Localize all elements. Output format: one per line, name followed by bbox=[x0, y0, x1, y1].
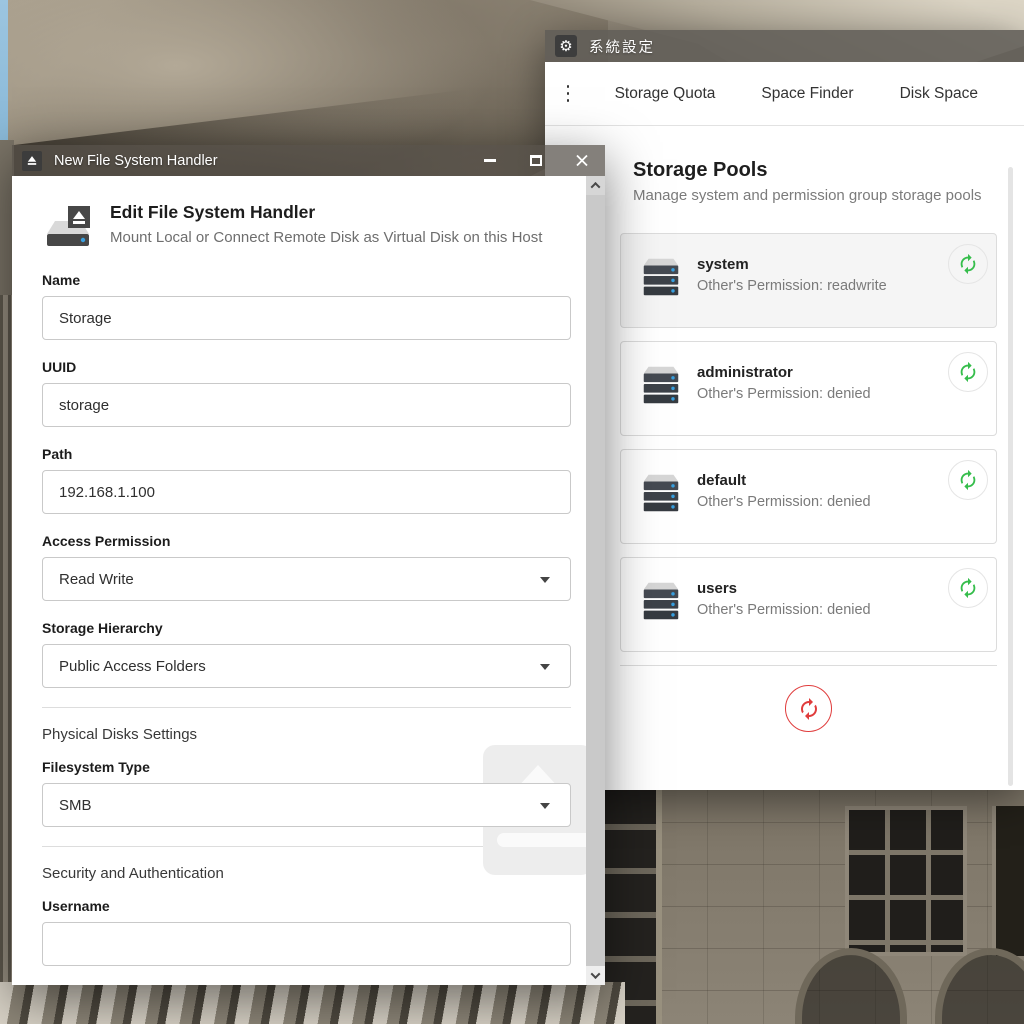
storage-pools-panel: Storage Pools Manage system and permissi… bbox=[545, 126, 1024, 732]
uuid-input[interactable] bbox=[42, 383, 571, 427]
pool-name: default bbox=[697, 472, 871, 489]
refresh-icon bbox=[957, 577, 979, 599]
username-label: Username bbox=[42, 898, 571, 914]
pool-permission: Other's Permission: denied bbox=[697, 386, 871, 402]
storage-hierarchy-label: Storage Hierarchy bbox=[42, 620, 571, 636]
dialog-scrollbar[interactable] bbox=[586, 176, 605, 985]
username-field-group: Username bbox=[42, 898, 571, 966]
eject-icon bbox=[22, 151, 42, 171]
refresh-pool-button[interactable] bbox=[948, 352, 988, 392]
storage-pool-card[interactable]: system Other's Permission: readwrite bbox=[620, 233, 997, 328]
uuid-label: UUID bbox=[42, 359, 571, 375]
pool-permission: Other's Permission: denied bbox=[697, 494, 871, 510]
access-permission-label: Access Permission bbox=[42, 533, 571, 549]
chevron-down-icon bbox=[540, 803, 550, 809]
access-permission-select[interactable]: Read Write bbox=[42, 557, 571, 601]
server-icon bbox=[638, 362, 684, 408]
storage-pool-card[interactable]: administrator Other's Permission: denied bbox=[620, 341, 997, 436]
pool-name: administrator bbox=[697, 364, 871, 381]
pool-permission: Other's Permission: denied bbox=[697, 602, 871, 618]
section-physical-disks: Physical Disks Settings bbox=[42, 726, 571, 743]
building-window bbox=[992, 806, 1024, 956]
tab-disk-space[interactable]: Disk Space bbox=[900, 85, 978, 103]
server-icon bbox=[638, 578, 684, 624]
page-title: Storage Pools bbox=[633, 159, 1024, 182]
path-field-group: Path bbox=[42, 446, 571, 514]
path-label: Path bbox=[42, 446, 571, 462]
pool-permission: Other's Permission: readwrite bbox=[697, 278, 887, 294]
settings-scrollbar[interactable] bbox=[1008, 167, 1013, 786]
tab-space-finder[interactable]: Space Finder bbox=[761, 85, 853, 103]
uuid-field-group: UUID bbox=[42, 359, 571, 427]
scroll-down-icon[interactable] bbox=[586, 966, 605, 985]
storage-pool-card[interactable]: users Other's Permission: denied bbox=[620, 557, 997, 652]
chevron-down-icon bbox=[540, 664, 550, 670]
server-icon bbox=[638, 470, 684, 516]
form-title: Edit File System Handler bbox=[110, 202, 542, 223]
pool-list: system Other's Permission: readwrite bbox=[620, 233, 997, 732]
refresh-pool-button[interactable] bbox=[948, 244, 988, 284]
file-system-dialog: New File System Handler bbox=[12, 145, 605, 985]
refresh-pool-button[interactable] bbox=[948, 568, 988, 608]
server-icon bbox=[638, 254, 684, 300]
desktop: ⚙ 系統設定 Storage Quota Space Finder Disk S… bbox=[0, 0, 1024, 1024]
refresh-all-button[interactable] bbox=[785, 685, 832, 732]
section-security: Security and Authentication bbox=[42, 865, 571, 882]
refresh-icon bbox=[957, 469, 979, 491]
form-subtitle: Mount Local or Connect Remote Disk as Vi… bbox=[110, 229, 542, 246]
divider bbox=[42, 707, 571, 708]
access-permission-group: Access Permission Read Write bbox=[42, 533, 571, 601]
scroll-up-icon[interactable] bbox=[586, 176, 605, 195]
gear-icon: ⚙ bbox=[555, 35, 577, 57]
refresh-icon bbox=[957, 253, 979, 275]
username-input[interactable] bbox=[42, 922, 571, 966]
divider bbox=[620, 665, 997, 666]
dialog-body: Edit File System Handler Mount Local or … bbox=[12, 176, 605, 985]
close-icon[interactable] bbox=[575, 154, 589, 168]
settings-body: Storage Quota Space Finder Disk Space St… bbox=[545, 62, 1024, 790]
filesystem-type-select[interactable]: SMB bbox=[42, 783, 571, 827]
minimize-icon[interactable] bbox=[483, 154, 497, 168]
tab-bar: Storage Quota Space Finder Disk Space bbox=[615, 85, 1024, 103]
refresh-icon bbox=[957, 361, 979, 383]
pool-name: system bbox=[697, 256, 887, 273]
name-input[interactable] bbox=[42, 296, 571, 340]
filesystem-type-label: Filesystem Type bbox=[42, 759, 571, 775]
settings-window: ⚙ 系統設定 Storage Quota Space Finder Disk S… bbox=[545, 30, 1024, 790]
name-field-group: Name bbox=[42, 272, 571, 340]
building-window bbox=[845, 806, 967, 956]
dialog-title: New File System Handler bbox=[54, 153, 451, 169]
storage-hierarchy-group: Storage Hierarchy Public Access Folders bbox=[42, 620, 571, 688]
settings-window-title: 系統設定 bbox=[589, 36, 655, 57]
storage-pool-card[interactable]: default Other's Permission: denied bbox=[620, 449, 997, 544]
tab-storage-quota[interactable]: Storage Quota bbox=[615, 85, 716, 103]
dialog-titlebar[interactable]: New File System Handler bbox=[12, 145, 605, 176]
settings-titlebar[interactable]: ⚙ 系統設定 bbox=[545, 30, 1024, 62]
page-subtitle: Manage system and permission group stora… bbox=[633, 187, 1024, 204]
stair-moulding bbox=[0, 982, 625, 1024]
storage-hierarchy-select[interactable]: Public Access Folders bbox=[42, 644, 571, 688]
refresh-pool-button[interactable] bbox=[948, 460, 988, 500]
menu-icon[interactable] bbox=[567, 85, 569, 102]
disk-eject-icon bbox=[42, 200, 94, 252]
name-label: Name bbox=[42, 272, 571, 288]
refresh-icon bbox=[797, 697, 821, 721]
path-input[interactable] bbox=[42, 470, 571, 514]
form-header: Edit File System Handler Mount Local or … bbox=[42, 200, 571, 252]
chevron-down-icon bbox=[540, 577, 550, 583]
settings-toolbar: Storage Quota Space Finder Disk Space bbox=[545, 62, 1024, 126]
filesystem-type-group: Filesystem Type SMB bbox=[42, 759, 571, 827]
window-controls bbox=[451, 154, 589, 168]
pool-name: users bbox=[697, 580, 871, 597]
maximize-icon[interactable] bbox=[529, 154, 543, 168]
